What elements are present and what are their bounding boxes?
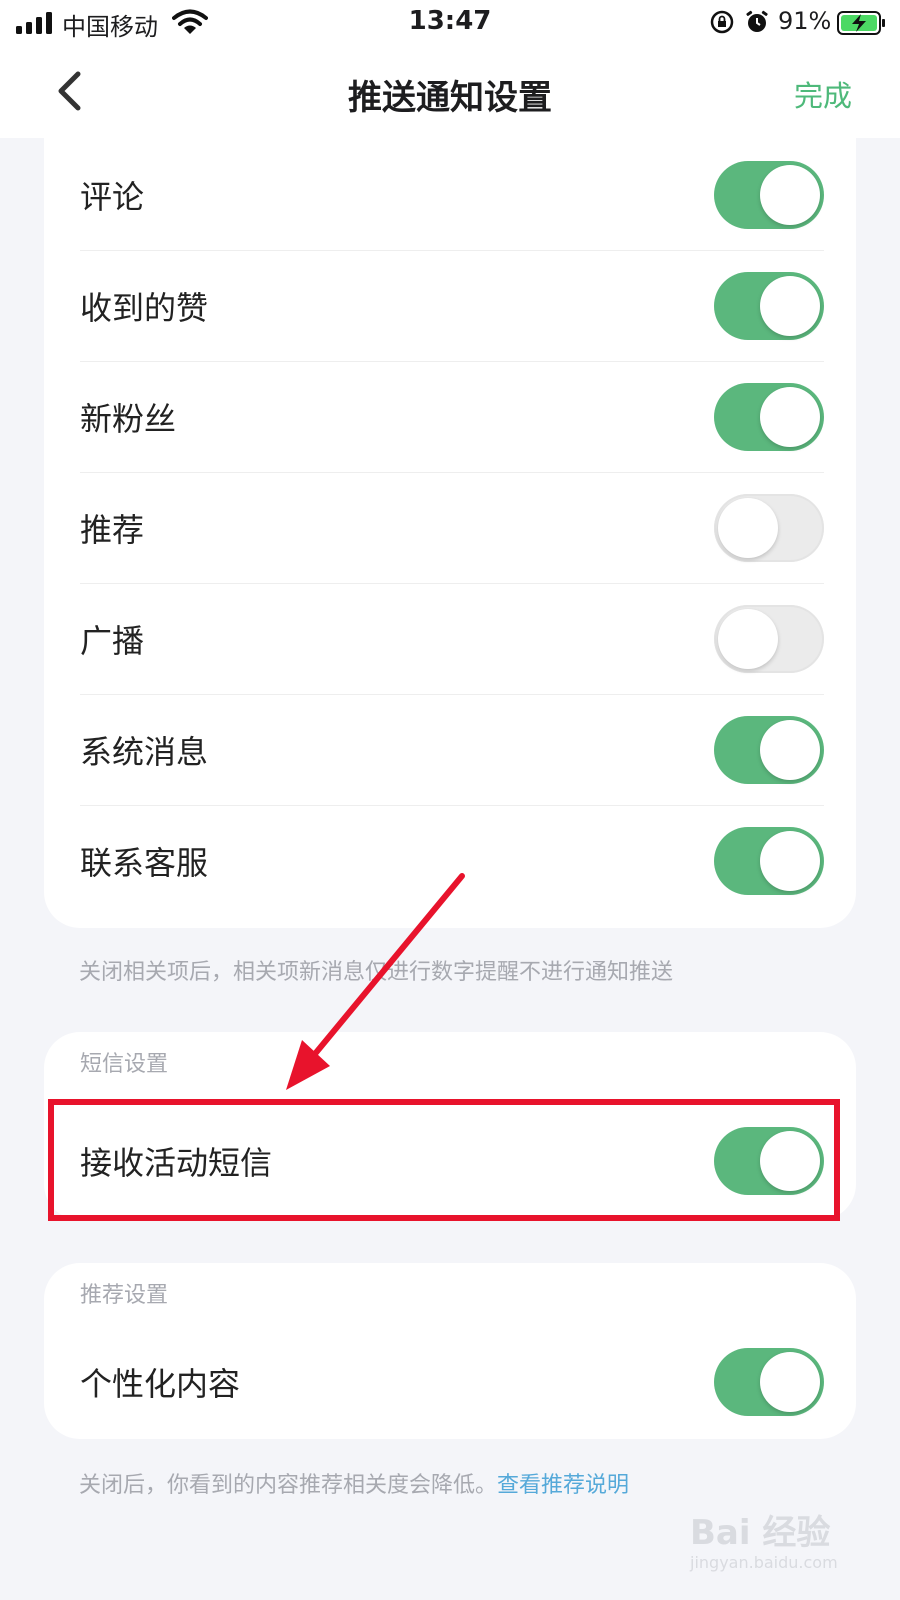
personalized-content-toggle[interactable] <box>714 1347 824 1416</box>
navigation-bar: 推送通知设置 完成 <box>0 44 900 138</box>
setting-label: 新粉丝 <box>80 399 177 438</box>
section-title-sms: 短信设置 <box>80 1052 169 1077</box>
recommend-note: 关闭后，你看到的内容推荐相关度会降低。查看推荐说明 <box>79 1467 629 1499</box>
setting-label: 接收活动短信 <box>80 1143 273 1182</box>
status-bar: 中国移动 13:47 91% <box>0 0 900 44</box>
setting-label: 评论 <box>80 177 145 216</box>
battery-charging-icon <box>837 11 885 35</box>
watermark-site: jingyan.baidu.com <box>690 1553 838 1572</box>
toggle-knob <box>760 1351 820 1412</box>
battery-percent: 91% <box>778 7 832 35</box>
setting-row-comments: 评论 <box>80 138 824 251</box>
recommend-settings-card: 推荐设置 个性化内容 <box>44 1263 856 1439</box>
setting-label: 个性化内容 <box>80 1364 241 1403</box>
customer-service-toggle[interactable] <box>714 826 824 895</box>
toggle-knob <box>760 830 820 891</box>
setting-label: 联系客服 <box>80 843 209 882</box>
setting-label: 系统消息 <box>80 732 209 771</box>
toggle-knob <box>760 275 820 336</box>
setting-row-customer-service: 联系客服 <box>80 804 824 917</box>
recommend-toggle[interactable] <box>714 493 824 562</box>
setting-row-recommend: 推荐 <box>80 471 824 584</box>
toggle-knob <box>718 497 778 558</box>
likes-toggle[interactable] <box>714 271 824 340</box>
notification-settings-card: 评论 收到的赞 新粉丝 推荐 广播 系统消息 联系客服 <box>44 138 856 928</box>
sms-settings-card: 短信设置 接收活动短信 <box>44 1032 856 1220</box>
watermark-logo: Bai 经验 jingyan.baidu.com <box>690 1505 870 1585</box>
page-title: 推送通知设置 <box>348 78 552 118</box>
setting-row-broadcast: 广播 <box>80 582 824 695</box>
notification-note: 关闭相关项后，相关项新消息仅进行数字提醒不进行通知推送 <box>79 960 674 985</box>
watermark-brand: Bai 经验 <box>690 1513 831 1553</box>
comments-toggle[interactable] <box>714 160 824 229</box>
activity-sms-toggle[interactable] <box>714 1126 824 1195</box>
section-title-recommend: 推荐设置 <box>80 1283 169 1308</box>
broadcast-toggle[interactable] <box>714 604 824 673</box>
setting-row-likes: 收到的赞 <box>80 249 824 362</box>
toggle-knob <box>718 608 778 669</box>
setting-label: 收到的赞 <box>80 288 209 327</box>
orientation-lock-icon <box>710 10 734 34</box>
toggle-knob <box>760 1130 820 1191</box>
toggle-knob <box>760 386 820 447</box>
done-button[interactable]: 完成 <box>794 73 852 115</box>
toggle-knob <box>760 719 820 780</box>
setting-row-personalized-content: 个性化内容 <box>80 1325 824 1438</box>
alarm-icon <box>746 10 768 32</box>
setting-row-new-fans: 新粉丝 <box>80 360 824 473</box>
recommend-explanation-link[interactable]: 查看推荐说明 <box>497 1473 629 1498</box>
toggle-knob <box>760 164 820 225</box>
setting-row-activity-sms: 接收活动短信 <box>80 1104 824 1217</box>
system-messages-toggle[interactable] <box>714 715 824 784</box>
setting-label: 广播 <box>80 621 145 660</box>
new-fans-toggle[interactable] <box>714 382 824 451</box>
setting-row-system-messages: 系统消息 <box>80 693 824 806</box>
setting-label: 推荐 <box>80 510 145 549</box>
recommend-note-text: 关闭后，你看到的内容推荐相关度会降低。 <box>79 1473 498 1498</box>
